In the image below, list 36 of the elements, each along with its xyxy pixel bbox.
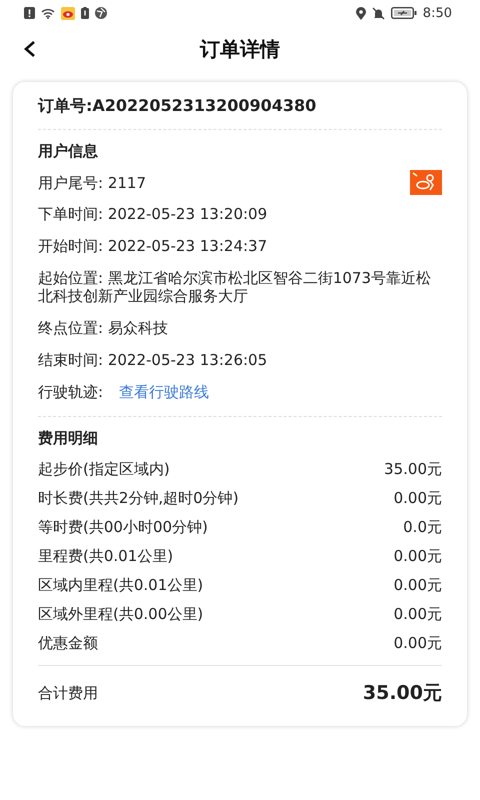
- muted-bell-icon: [372, 6, 385, 20]
- fee-amount: 0.00元: [394, 576, 442, 594]
- page-title: 订单详情: [200, 36, 280, 62]
- fee-label: 优惠金额: [38, 634, 98, 652]
- battery-charging-icon: [390, 7, 417, 19]
- wifi-icon: [41, 8, 55, 18]
- info-label: 行驶轨迹:: [38, 383, 104, 401]
- fee-label: 区域内里程(共0.01公里): [38, 576, 204, 594]
- fee-label: 起步价(指定区域内): [38, 460, 170, 478]
- battery-alert-icon: [81, 7, 89, 19]
- info-text: 结束时间: 2022-05-23 13:26:05: [38, 351, 268, 369]
- total-label: 合计费用: [38, 684, 98, 702]
- fee-amount: 0.00元: [394, 634, 442, 652]
- info-text: 终点位置: 易众科技: [38, 319, 168, 337]
- section-title: 用户信息: [38, 141, 99, 162]
- section-title: 费用明细: [38, 428, 99, 449]
- notification-icon: [24, 7, 35, 19]
- info-text: 用户尾号: 2117: [38, 174, 146, 192]
- info-text: 起始位置: 黑龙江省哈尔滨市松北区智谷二街1073号靠近松北科技创新产业园综合服务大厅: [38, 269, 432, 305]
- fee-amount: 35.00元: [384, 460, 442, 478]
- info-text: 开始时间: 2022-05-23 13:24:37: [38, 237, 268, 255]
- fee-label: 里程费(共0.01公里): [38, 546, 174, 564]
- fee-label: 等时费(共00小时00分钟): [38, 518, 208, 536]
- fee-amount: 0.00元: [394, 488, 442, 506]
- total-amount: 35.00元: [362, 681, 442, 706]
- fee-amount: 0.00元: [394, 546, 442, 564]
- fee-amount: 0.0元: [403, 518, 442, 536]
- location-icon: [356, 6, 366, 20]
- fee-label: 时长费(共共2分钟,超时0分钟): [38, 488, 239, 506]
- fee-amount: 0.00元: [394, 604, 442, 622]
- status-time: 8:50: [422, 6, 452, 20]
- info-text: 下单时间: 2022-05-23 13:20:09: [38, 205, 268, 223]
- order-number: 订单号:A2022052313200904380: [38, 95, 318, 117]
- fee-label: 区域外里程(共0.00公里): [38, 604, 204, 622]
- eye-app-icon: [61, 6, 75, 20]
- route-link[interactable]: 查看行驶路线: [119, 383, 210, 401]
